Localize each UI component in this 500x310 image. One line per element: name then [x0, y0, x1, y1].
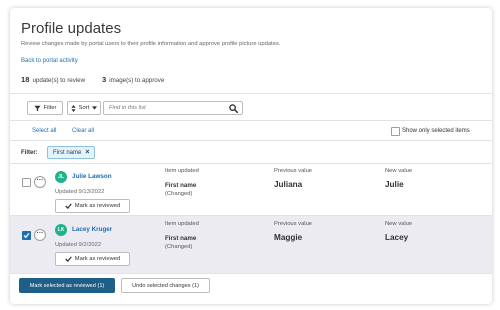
divider	[10, 140, 492, 141]
sort-icon	[71, 104, 76, 112]
user-name-link[interactable]: Lacey Kruger	[72, 226, 112, 233]
previous-value-header: Previous value	[274, 221, 313, 227]
mark-as-reviewed-button[interactable]: Mark as reviewed	[55, 252, 130, 266]
row-checkbox[interactable]	[22, 231, 31, 240]
updated-field: First name	[165, 235, 197, 242]
select-all-link[interactable]: Select all	[32, 128, 56, 134]
mark-selected-as-reviewed-button[interactable]: Mark selected as reviewed (1)	[19, 278, 115, 293]
item-updated-header: Item updated	[165, 168, 199, 174]
show-only-selected-label: Show only selected items	[402, 128, 470, 134]
search-placeholder: Find in this list	[109, 105, 146, 111]
more-icon[interactable]: ···	[34, 176, 46, 188]
profile-updates-panel: Profile updates Review changes made by p…	[10, 8, 492, 304]
change-type: (Changed)	[165, 191, 193, 197]
row-checkbox[interactable]	[22, 178, 31, 187]
images-count-number: 3	[102, 75, 107, 84]
page-title: Profile updates	[21, 20, 122, 37]
close-icon[interactable]: ×	[85, 149, 89, 156]
search-icon[interactable]	[229, 104, 238, 113]
avatar: JL	[55, 171, 67, 183]
updated-date: Updated 9/2/2022	[55, 242, 102, 248]
check-icon	[65, 203, 72, 209]
previous-value: Juliana	[274, 180, 303, 189]
new-value: Julie	[385, 180, 404, 189]
sort-button-label: Sort	[78, 105, 90, 111]
show-only-selected-checkbox[interactable]	[391, 127, 400, 136]
sort-button[interactable]: Sort	[67, 101, 101, 115]
updates-count-label: update(s) to review	[32, 77, 86, 84]
avatar: LK	[55, 224, 67, 236]
active-filter-label: Filter:	[21, 150, 38, 156]
page-description: Review changes made by portal users to t…	[21, 41, 281, 47]
new-value: Lacey	[385, 233, 409, 242]
updates-count: 18 update(s) to review	[21, 75, 85, 84]
check-icon	[65, 256, 72, 262]
back-to-portal-activity-link[interactable]: Back to portal activity	[21, 58, 78, 64]
filter-chip-label: First name	[53, 149, 82, 156]
divider	[10, 93, 492, 94]
divider	[10, 273, 492, 274]
footer-actions: Mark selected as reviewed (1) Undo selec…	[10, 276, 492, 304]
undo-selected-changes-button[interactable]: Undo selected changes (1)	[121, 278, 210, 293]
updated-date: Updated 9/13/2022	[55, 189, 105, 195]
new-value-header: New value	[385, 221, 413, 227]
search-input[interactable]: Find in this list	[103, 101, 243, 115]
change-type: (Changed)	[165, 244, 193, 250]
previous-value: Maggie	[274, 233, 303, 242]
check-icon	[23, 233, 30, 239]
filter-icon	[33, 105, 41, 111]
previous-value-header: Previous value	[274, 168, 313, 174]
screenshot-frame: Profile updates Review changes made by p…	[0, 0, 500, 310]
mark-as-reviewed-button[interactable]: Mark as reviewed	[55, 199, 130, 213]
mark-as-reviewed-label: Mark as reviewed	[74, 256, 121, 262]
new-value-header: New value	[385, 168, 413, 174]
images-count-label: image(s) to approve	[109, 77, 165, 84]
table-row[interactable]: ··· JL Julie Lawson Updated 9/13/2022 Ma…	[10, 163, 492, 220]
divider	[10, 120, 492, 121]
filter-button[interactable]: Filter	[27, 101, 63, 115]
updated-field: First name	[165, 182, 197, 189]
clear-all-link[interactable]: Clear all	[72, 128, 94, 134]
images-count: 3 image(s) to approve	[102, 75, 164, 84]
user-name-link[interactable]: Julie Lawson	[72, 173, 112, 180]
chevron-down-icon	[92, 106, 98, 110]
more-icon[interactable]: ···	[34, 229, 46, 241]
item-updated-header: Item updated	[165, 221, 199, 227]
filter-chip-first-name[interactable]: First name ×	[47, 146, 96, 159]
filter-button-label: Filter	[43, 105, 57, 111]
updates-count-number: 18	[21, 75, 30, 84]
mark-as-reviewed-label: Mark as reviewed	[74, 203, 121, 209]
table-row[interactable]: ··· LK Lacey Kruger Updated 9/2/2022 Mar…	[10, 216, 492, 273]
